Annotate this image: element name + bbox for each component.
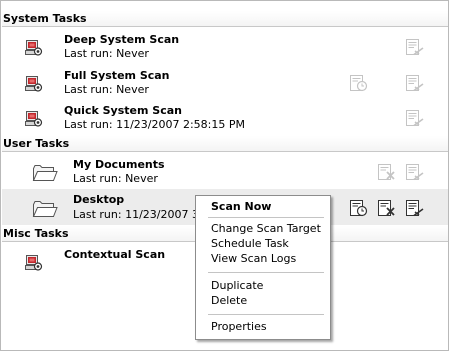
folder-icon	[32, 200, 58, 218]
task-name: My Documents	[73, 158, 165, 171]
section-header-system: System Tasks	[2, 11, 448, 27]
change-target-icon[interactable]	[377, 163, 397, 181]
properties-icon[interactable]	[405, 109, 425, 127]
section-title-system: System Tasks	[3, 12, 87, 25]
section-title-user: User Tasks	[3, 137, 70, 150]
change-target-icon[interactable]	[377, 199, 397, 217]
menu-item-view-scan-logs[interactable]: View Scan Logs	[196, 252, 330, 266]
properties-icon[interactable]	[405, 38, 425, 56]
task-name: Full System Scan	[64, 69, 170, 82]
task-last-run: Last run: Never	[64, 47, 149, 60]
menu-separator	[208, 314, 324, 315]
task-name: Contextual Scan	[64, 248, 166, 261]
scan-computer-icon	[25, 39, 43, 57]
menu-item-schedule-task[interactable]: Schedule Task	[196, 237, 330, 251]
scan-computer-icon	[25, 110, 43, 128]
properties-icon[interactable]	[405, 74, 425, 92]
section-title-misc: Misc Tasks	[3, 227, 69, 240]
menu-item-delete[interactable]: Delete	[196, 294, 330, 308]
section-header-user: User Tasks	[2, 136, 448, 152]
task-name: Desktop	[73, 193, 125, 206]
task-last-run: Last run: Never	[73, 172, 158, 185]
task-row-full-scan[interactable]: Full System Scan Last run: Never	[2, 65, 448, 99]
menu-item-properties[interactable]: Properties	[196, 320, 330, 334]
context-menu: Scan Now Change Scan Target Schedule Tas…	[195, 195, 331, 340]
scan-computer-icon	[25, 75, 43, 93]
properties-icon[interactable]	[405, 163, 425, 181]
task-row-deep-scan[interactable]: Deep System Scan Last run: Never	[2, 29, 448, 63]
task-row-quick-scan[interactable]: Quick System Scan Last run: 11/23/2007 2…	[2, 100, 448, 134]
task-last-run: Last run: 11/23/2007 2:58:15 PM	[64, 118, 246, 131]
schedule-icon[interactable]	[349, 199, 369, 217]
menu-item-change-scan-target[interactable]: Change Scan Target	[196, 222, 330, 236]
menu-item-duplicate[interactable]: Duplicate	[196, 279, 330, 293]
schedule-icon[interactable]	[349, 74, 369, 92]
properties-icon[interactable]	[405, 199, 425, 217]
task-row-my-documents[interactable]: My Documents Last run: Never	[2, 154, 448, 188]
menu-separator	[208, 272, 324, 273]
folder-icon	[32, 164, 58, 182]
task-name: Deep System Scan	[64, 33, 180, 46]
task-last-run: Last run: Never	[64, 83, 149, 96]
task-name: Quick System Scan	[64, 104, 182, 117]
menu-separator	[208, 217, 324, 218]
scan-computer-icon	[25, 254, 43, 272]
menu-item-scan-now[interactable]: Scan Now	[196, 198, 330, 215]
